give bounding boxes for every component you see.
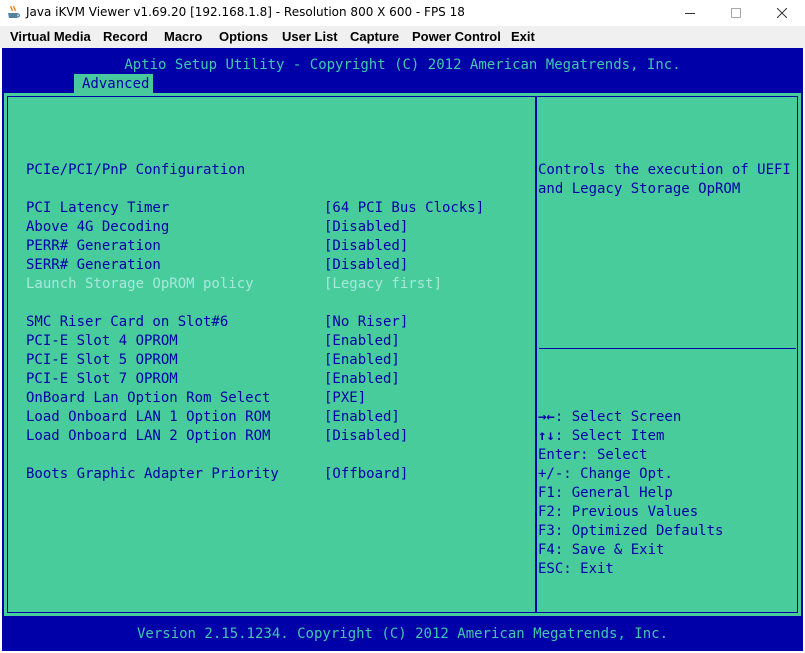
up-down-arrows-icon: ↑↓ [538,428,555,444]
setting-value[interactable]: [Enabled] [324,370,400,389]
setting-value[interactable]: [PXE] [324,389,366,408]
key-help-change-opt: +/-: Change Opt. [538,466,673,482]
setting-label: OnBoard Lan Option Rom Select [26,390,271,406]
setting-label-selected: Launch Storage OpROM policy [26,276,254,292]
bios-screen[interactable]: Aptio Setup Utility - Copyright (C) 2012… [2,48,803,651]
help-description-line: and Legacy Storage OpROM [538,181,741,197]
bios-footer: Version 2.15.1234. Copyright (C) 2012 Am… [136,626,668,642]
close-icon [777,8,787,18]
help-description-line: Controls the execution of UEFI [538,162,791,178]
setting-label: Load Onboard LAN 2 Option ROM [26,428,271,444]
minimize-icon [685,13,695,14]
setting-label: Boots Graphic Adapter Priority [26,466,279,482]
key-help-f2: F2: Previous Values [538,504,699,520]
window-title: Java iKVM Viewer v1.69.20 [192.168.1.8] … [26,5,465,19]
key-help-select-item: ↑↓: Select Item [538,428,665,444]
maximize-button[interactable] [713,0,759,26]
tab-advanced[interactable]: Advanced [74,74,154,94]
key-help-enter: Enter: Select [538,447,648,463]
java-cup-icon [8,5,20,18]
setting-label: Load Onboard LAN 1 Option ROM [26,409,271,425]
key-help-f1: F1: General Help [538,485,673,501]
menu-options[interactable]: Options [219,29,268,44]
menu-record[interactable]: Record [103,29,148,44]
maximize-icon [731,8,741,18]
menu-virtual-media[interactable]: Virtual Media [10,29,91,44]
setting-label: Above 4G Decoding [26,219,170,235]
section-title: PCIe/PCI/PnP Configuration [26,162,246,178]
setting-value-selected[interactable]: [Legacy first] [324,275,442,294]
help-divider [539,348,796,349]
key-help-f3: F3: Optimized Defaults [538,523,724,539]
menu-power-control[interactable]: Power Control [412,29,501,44]
key-help-f4: F4: Save & Exit [538,542,665,558]
left-right-arrows-icon: →← [538,409,555,425]
setting-value[interactable]: [Offboard] [324,465,408,484]
setting-label: PCI-E Slot 4 OPROM [26,333,178,349]
setting-label: PCI-E Slot 7 OPROM [26,371,178,387]
setting-value[interactable]: [No Riser] [324,313,408,332]
setting-value[interactable]: [Enabled] [324,332,400,351]
menu-exit[interactable]: Exit [511,29,535,44]
close-button[interactable] [759,0,805,26]
panel-divider [535,97,537,612]
minimize-button[interactable] [667,0,713,26]
setting-value[interactable]: [Disabled] [324,427,408,446]
setting-value[interactable]: [Enabled] [324,351,400,370]
bios-header: Aptio Setup Utility - Copyright (C) 2012… [124,57,681,73]
menu-user-list[interactable]: User List [282,29,338,44]
setting-label: SERR# Generation [26,257,161,273]
menu-macro[interactable]: Macro [164,29,202,44]
setting-value[interactable]: [Disabled] [324,218,408,237]
setting-label: PCI-E Slot 5 OPROM [26,352,178,368]
window-titlebar: Java iKVM Viewer v1.69.20 [192.168.1.8] … [0,0,805,26]
menu-capture[interactable]: Capture [350,29,399,44]
setting-label: PCI Latency Timer [26,200,170,216]
bios-main-panel: PCIe/PCI/PnP Configuration PCI Latency T… [4,93,801,616]
setting-label: SMC Riser Card on Slot#6 [26,314,229,330]
setting-value[interactable]: [Enabled] [324,408,400,427]
key-help-select-screen: →←: Select Screen [538,409,682,425]
setting-label: PERR# Generation [26,238,161,254]
setting-value[interactable]: [Disabled] [324,237,408,256]
menu-bar: Virtual Media Record Macro Options User … [0,26,805,48]
setting-value[interactable]: [64 PCI Bus Clocks] [324,199,484,218]
setting-value[interactable]: [Disabled] [324,256,408,275]
key-help-esc: ESC: Exit [538,561,614,577]
